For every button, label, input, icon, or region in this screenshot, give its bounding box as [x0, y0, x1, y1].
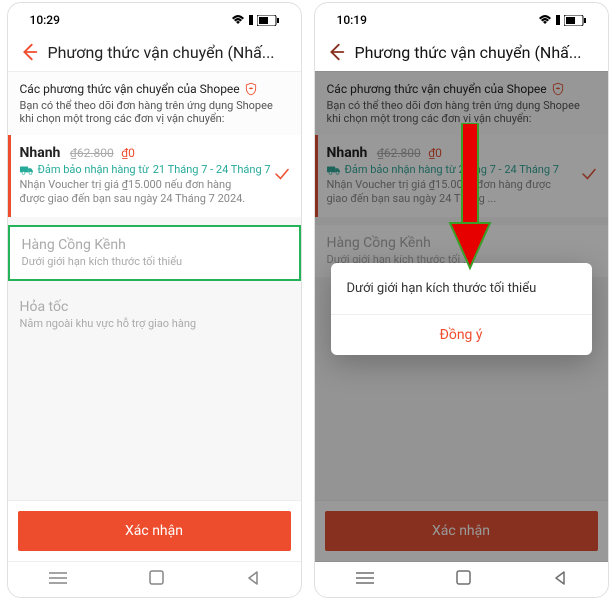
ship-voucher-note: Nhận Voucher trị giá ₫15.000 nếu đơn hàn… — [20, 178, 250, 207]
statusbar: 10:29 — [8, 3, 301, 33]
page-title: Phương thức vận chuyển (Nhấ... — [355, 43, 582, 62]
statusbar: 10:19 — [315, 3, 608, 33]
new-price: ₫0 — [121, 146, 135, 160]
signal-icon — [556, 15, 560, 25]
header: Phương thức vận chuyển (Nhấ... — [315, 33, 608, 72]
back-arrow-icon[interactable] — [18, 41, 40, 63]
nav-home-icon[interactable] — [149, 570, 164, 585]
header: Phương thức vận chuyển (Nhấ... — [8, 33, 301, 72]
ship-name: Hỏa tốc — [20, 299, 289, 315]
old-price: ₫62.800 — [377, 146, 421, 160]
footer: Xác nhận — [315, 500, 608, 561]
nav-recent-icon[interactable] — [356, 571, 374, 585]
nav-recent-icon[interactable] — [49, 571, 67, 585]
confirm-button[interactable]: Xác nhận — [325, 511, 598, 551]
shield-icon — [551, 82, 565, 96]
ship-sub: Nằm ngoài khu vực hỗ trợ giao hàng — [20, 317, 250, 331]
status-indicators — [538, 15, 586, 26]
info-subtitle: Bạn có thể theo dõi đơn hàng trên ứng dụ… — [20, 99, 289, 125]
info-subtitle: Bạn có thể theo dõi đơn hàng trên ứng dụ… — [327, 99, 596, 125]
alert-dialog: Dưới giới hạn kích thước tối thiểu Đồng … — [331, 263, 592, 355]
selected-indicator — [8, 135, 11, 217]
check-icon — [273, 165, 291, 187]
status-time: 10:19 — [337, 13, 367, 27]
nav-back-icon[interactable] — [553, 571, 567, 585]
ship-name: Hàng Cồng Kềnh — [22, 237, 287, 253]
selected-indicator — [315, 135, 318, 217]
shipping-list: Nhanh ₫62.800 ₫0 Đảm bảo nhận hàng từ 21… — [8, 135, 301, 500]
system-navbar — [8, 561, 301, 597]
shipping-option-hoatoc[interactable]: Hỏa tốc Nằm ngoài khu vực hỗ trợ giao hà… — [8, 289, 301, 341]
signal-icon — [249, 15, 253, 25]
shipping-option-congkenh[interactable]: Hàng Cồng Kềnh Dưới giới hạn kích thước … — [8, 225, 301, 281]
phone-screen-1: 10:29 Phương thức vận chuyển (Nhấ... Các… — [7, 2, 302, 598]
info-title: Các phương thức vận chuyển của Shopee — [327, 82, 596, 96]
ship-sub: Dưới giới hạn kích thước tối thiểu — [22, 255, 252, 269]
truck-icon — [327, 165, 341, 175]
old-price: ₫62.800 — [70, 146, 114, 160]
alert-ok-button[interactable]: Đồng ý — [331, 315, 592, 355]
system-navbar — [315, 561, 608, 597]
wifi-icon — [538, 15, 552, 25]
nav-home-icon[interactable] — [456, 570, 471, 585]
battery-icon — [257, 15, 279, 26]
page-title: Phương thức vận chuyển (Nhấ... — [48, 43, 275, 62]
info-title: Các phương thức vận chuyển của Shopee — [20, 82, 289, 96]
phone-screen-2: 10:19 Phương thức vận chuyển (Nhấ... Các… — [314, 2, 609, 598]
truck-icon — [20, 165, 34, 175]
guarantee-dates: 21 Tháng 7 - 24 Tháng 7 — [153, 163, 271, 176]
back-arrow-icon[interactable] — [325, 41, 347, 63]
ship-voucher-note: Nhận Voucher trị giá ₫15.00 ... đơn hàng… — [327, 178, 557, 207]
status-time: 10:29 — [30, 13, 60, 27]
confirm-button[interactable]: Xác nhận — [18, 511, 291, 551]
check-icon — [580, 165, 598, 187]
wifi-icon — [231, 15, 245, 25]
info-banner: Các phương thức vận chuyển của Shopee Bạ… — [8, 72, 301, 135]
annotation-arrow-icon — [445, 123, 495, 273]
ship-guarantee-row: Đảm bảo nhận hàng từ 21 Tháng 7 - 24 Thá… — [20, 163, 289, 176]
shipping-option-nhanh[interactable]: Nhanh ₫62.800 ₫0 Đảm bảo nhận hàng từ 21… — [8, 135, 301, 217]
shield-icon — [244, 82, 258, 96]
battery-icon — [564, 15, 586, 26]
content-layer-1: 10:29 Phương thức vận chuyển (Nhấ... Các… — [8, 3, 301, 597]
ship-name-row: Nhanh ₫62.800 ₫0 — [20, 145, 289, 161]
status-indicators — [231, 15, 279, 26]
new-price: ₫0 — [428, 146, 442, 160]
nav-back-icon[interactable] — [246, 571, 260, 585]
footer: Xác nhận — [8, 500, 301, 561]
